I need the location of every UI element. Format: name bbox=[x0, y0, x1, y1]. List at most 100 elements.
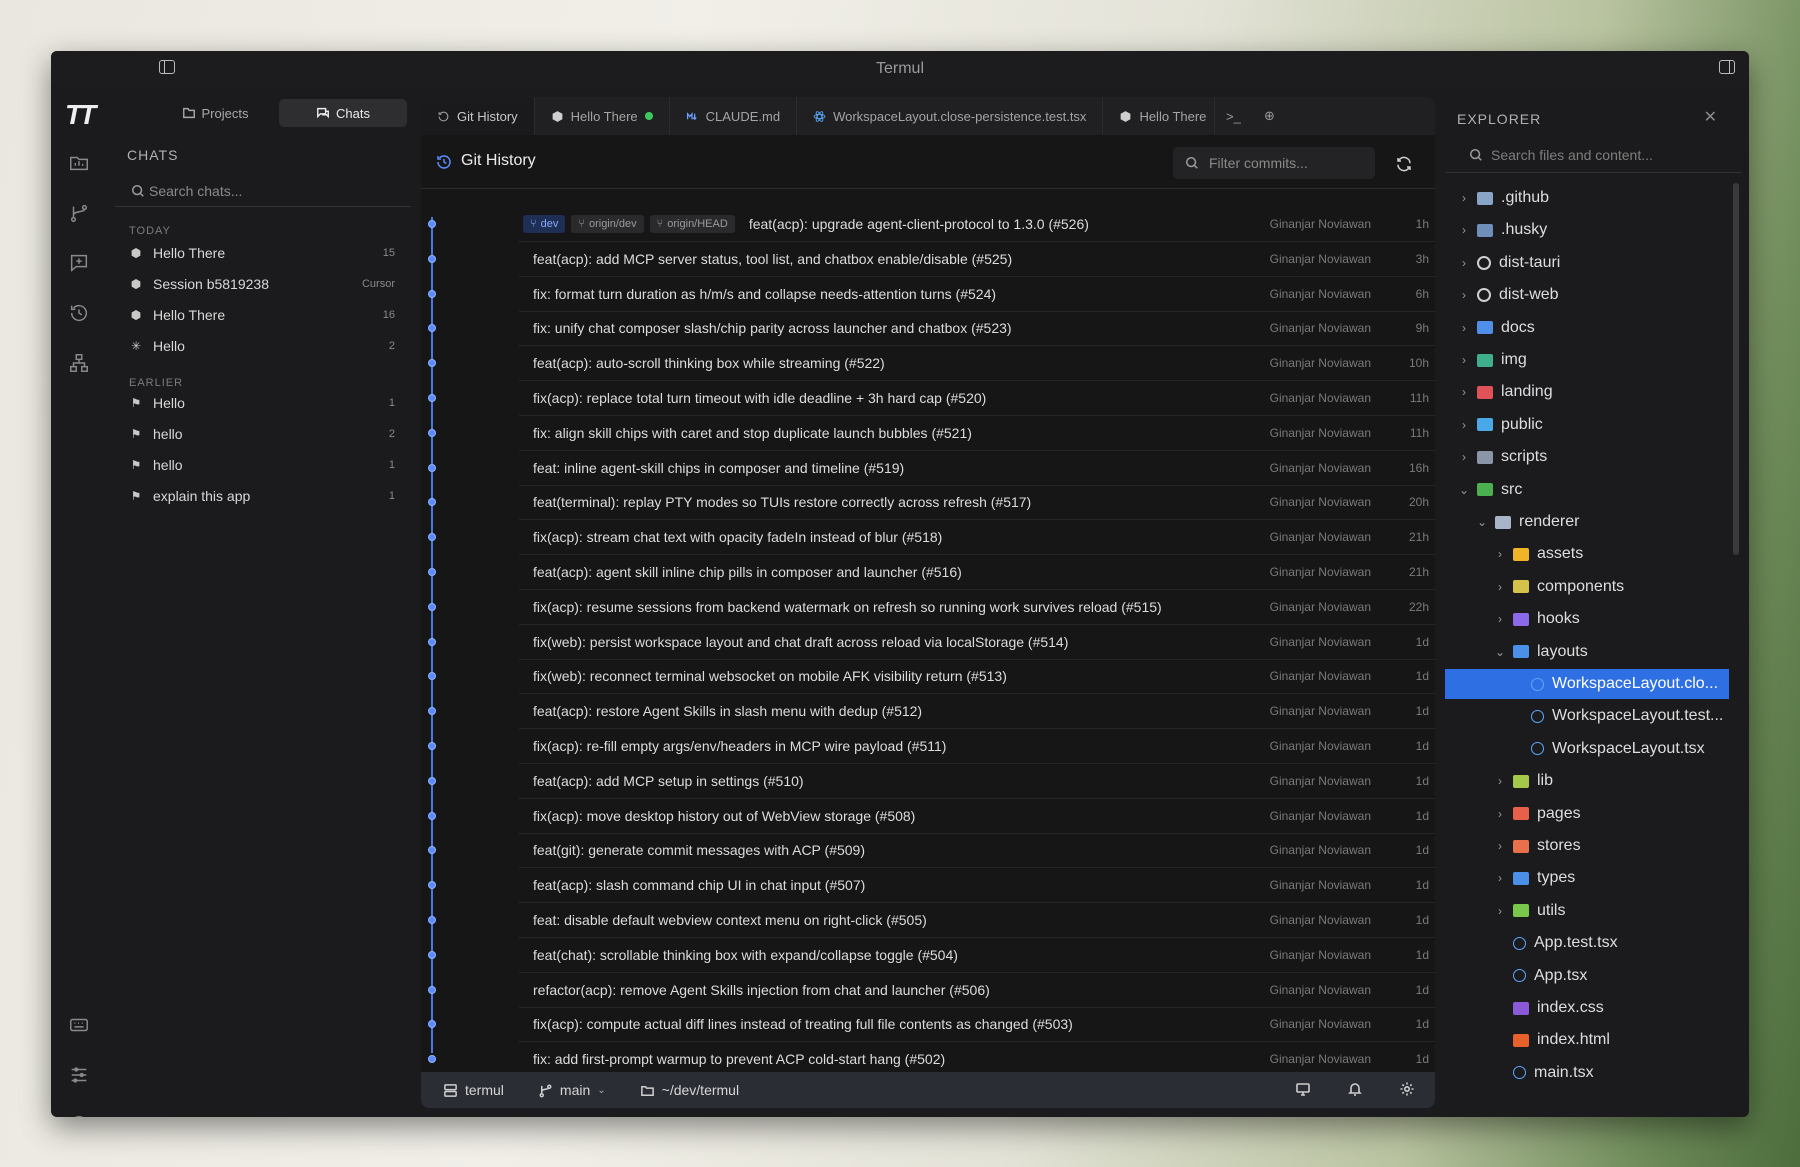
chat-item[interactable]: ⚑ hello 2 bbox=[129, 423, 395, 445]
editor-tab[interactable]: Git History bbox=[421, 97, 535, 135]
commit-row[interactable]: ⑂ dev ⑂ origin/dev ⑂ origin/HEAD feat(acp): up… bbox=[421, 207, 1435, 242]
chats-tab[interactable]: Chats bbox=[279, 99, 407, 127]
chat-item[interactable]: ⬢ Hello There 15 bbox=[129, 242, 395, 264]
tree-folder[interactable]: ⌄ renderer bbox=[1445, 507, 1729, 537]
commit-row[interactable]: fix: unify chat composer slash/chip pari… bbox=[421, 311, 1435, 347]
commit-row[interactable]: fix(web): reconnect terminal websocket o… bbox=[421, 659, 1435, 695]
chats-tab-label: Chats bbox=[336, 105, 370, 121]
branch-selector[interactable]: main ⌄ bbox=[538, 1082, 606, 1098]
tree-folder[interactable]: › landing bbox=[1445, 377, 1729, 407]
chat-item[interactable]: ⚑ hello 1 bbox=[129, 454, 395, 476]
tree-folder[interactable]: › stores bbox=[1445, 831, 1729, 861]
project-indicator[interactable]: termul bbox=[443, 1082, 504, 1098]
commit-row[interactable]: feat(acp): auto-scroll thinking box whil… bbox=[421, 346, 1435, 382]
tree-item-label: index.html bbox=[1537, 1031, 1610, 1049]
commit-node bbox=[428, 394, 436, 402]
commit-row[interactable]: feat: disable default webview context me… bbox=[421, 903, 1435, 938]
commit-row[interactable]: feat(terminal): replay PTY modes so TUIs… bbox=[421, 485, 1435, 521]
tree-file[interactable]: App.test.tsx bbox=[1445, 928, 1729, 958]
commit-row[interactable]: feat(acp): add MCP setup in settings (#5… bbox=[421, 764, 1435, 799]
monitor-icon[interactable] bbox=[1295, 1081, 1311, 1097]
chat-item[interactable]: ⬢ Hello There 16 bbox=[129, 304, 395, 326]
new-chat-icon[interactable] bbox=[67, 251, 91, 275]
chat-item[interactable]: ⚑ Hello 1 bbox=[129, 392, 395, 414]
commit-row[interactable]: feat(acp): restore Agent Skills in slash… bbox=[421, 694, 1435, 730]
tree-file[interactable]: main.tsx bbox=[1445, 1058, 1729, 1088]
tree-folder[interactable]: › dist-tauri bbox=[1445, 248, 1729, 278]
chat-agent-icon: ⬢ bbox=[130, 308, 142, 322]
editor-tab[interactable]: Hello There bbox=[1103, 97, 1216, 135]
palette-icon[interactable] bbox=[67, 1113, 91, 1117]
tree-file[interactable]: WorkspaceLayout.clo... bbox=[1445, 669, 1729, 699]
explorer-scrollbar[interactable] bbox=[1733, 183, 1739, 555]
editor-tab[interactable]: Hello There bbox=[535, 97, 670, 135]
projects-tab[interactable]: Projects bbox=[151, 99, 279, 127]
commit-time: 11h bbox=[1409, 391, 1429, 405]
tree-folder[interactable]: › img bbox=[1445, 345, 1729, 375]
tree-folder[interactable]: › docs bbox=[1445, 313, 1729, 343]
commit-row[interactable]: fix(acp): stream chat text with opacity … bbox=[421, 520, 1435, 556]
tree-file[interactable]: WorkspaceLayout.test... bbox=[1445, 701, 1729, 731]
editor-tab[interactable]: CLAUDE.md bbox=[670, 97, 798, 135]
commit-row[interactable]: refactor(acp): remove Agent Skills injec… bbox=[421, 973, 1435, 1008]
tree-folder[interactable]: › public bbox=[1445, 410, 1729, 440]
tree-folder[interactable]: › .husky bbox=[1445, 215, 1729, 245]
commit-row[interactable]: feat(acp): agent skill inline chip pills… bbox=[421, 555, 1435, 590]
commit-row[interactable]: feat(chat): scrollable thinking box with… bbox=[421, 938, 1435, 973]
close-icon[interactable]: ✕ bbox=[1704, 107, 1717, 127]
tree-folder[interactable]: › .github bbox=[1445, 183, 1729, 213]
commit-row[interactable]: fix(acp): replace total turn timeout wit… bbox=[421, 381, 1435, 416]
network-graph-icon[interactable] bbox=[67, 351, 91, 375]
bell-icon[interactable] bbox=[1347, 1081, 1363, 1097]
commit-row[interactable]: fix(acp): compute actual diff lines inst… bbox=[421, 1007, 1435, 1043]
tree-folder[interactable]: ⌄ src bbox=[1445, 475, 1729, 505]
tree-folder[interactable]: › components bbox=[1445, 572, 1729, 602]
commit-row[interactable]: fix: format turn duration as h/m/s and c… bbox=[421, 277, 1435, 312]
chat-item[interactable]: ⚑ explain this app 1 bbox=[129, 485, 395, 507]
settings-gear-icon[interactable] bbox=[1399, 1081, 1415, 1097]
search-chats-input[interactable]: Search chats... bbox=[115, 175, 411, 207]
history-icon[interactable] bbox=[67, 301, 91, 325]
commit-row[interactable]: fix(acp): re-fill empty args/env/headers… bbox=[421, 729, 1435, 764]
tree-folder[interactable]: › lib bbox=[1445, 766, 1729, 796]
terminal-icon[interactable]: >_ bbox=[1215, 97, 1251, 135]
tab-label: Git History bbox=[457, 108, 518, 124]
commit-author: Ginanjar Noviawan bbox=[1269, 773, 1371, 788]
commit-row[interactable]: fix(acp): move desktop history out of We… bbox=[421, 799, 1435, 834]
commit-row[interactable]: fix(web): persist workspace layout and c… bbox=[421, 625, 1435, 660]
folder-icon bbox=[1513, 904, 1529, 918]
commit-row[interactable]: fix(acp): resume sessions from backend w… bbox=[421, 590, 1435, 625]
refresh-icon[interactable] bbox=[1395, 155, 1413, 173]
projects-folder-icon[interactable] bbox=[67, 151, 91, 175]
tree-folder[interactable]: › scripts bbox=[1445, 442, 1729, 472]
commit-row[interactable]: fix: align skill chips with caret and st… bbox=[421, 416, 1435, 451]
chat-item[interactable]: ⬢ Session b5819238 Cursor bbox=[129, 273, 395, 295]
tree-folder[interactable]: › assets bbox=[1445, 539, 1729, 569]
commit-message: fix(acp): stream chat text with opacity … bbox=[533, 529, 943, 546]
tree-folder[interactable]: › hooks bbox=[1445, 604, 1729, 634]
tree-folder[interactable]: › utils bbox=[1445, 896, 1729, 926]
commit-row[interactable]: feat: inline agent-skill chips in compos… bbox=[421, 451, 1435, 486]
tree-file[interactable]: WorkspaceLayout.tsx bbox=[1445, 734, 1729, 764]
tree-file[interactable]: App.tsx bbox=[1445, 961, 1729, 991]
commit-row[interactable]: feat(acp): slash command chip UI in chat… bbox=[421, 868, 1435, 904]
filter-commits-input[interactable]: Filter commits... bbox=[1173, 147, 1375, 179]
chats-icon bbox=[317, 107, 329, 119]
toggle-right-sidebar-icon[interactable] bbox=[1719, 60, 1735, 74]
tree-folder[interactable]: › types bbox=[1445, 863, 1729, 893]
tree-file[interactable]: index.html bbox=[1445, 1025, 1729, 1055]
globe-icon[interactable]: ⊕ bbox=[1251, 97, 1287, 135]
tree-folder[interactable]: ⌄ layouts bbox=[1445, 637, 1729, 667]
sliders-icon[interactable] bbox=[67, 1063, 91, 1087]
tree-file[interactable]: index.css bbox=[1445, 993, 1729, 1023]
keyboard-icon[interactable] bbox=[67, 1013, 91, 1037]
search-files-input[interactable]: Search files and content... bbox=[1445, 137, 1741, 173]
tree-folder[interactable]: › dist-web bbox=[1445, 280, 1729, 310]
source-control-icon[interactable] bbox=[67, 201, 91, 225]
chat-item[interactable]: ✳ Hello 2 bbox=[129, 335, 395, 357]
path-indicator[interactable]: ~/dev/termul bbox=[640, 1082, 739, 1098]
tree-folder[interactable]: › pages bbox=[1445, 799, 1729, 829]
commit-row[interactable]: feat(acp): add MCP server status, tool l… bbox=[421, 242, 1435, 277]
commit-row[interactable]: feat(git): generate commit messages with… bbox=[421, 833, 1435, 869]
editor-tab[interactable]: WorkspaceLayout.close-persistence.test.t… bbox=[797, 97, 1104, 135]
